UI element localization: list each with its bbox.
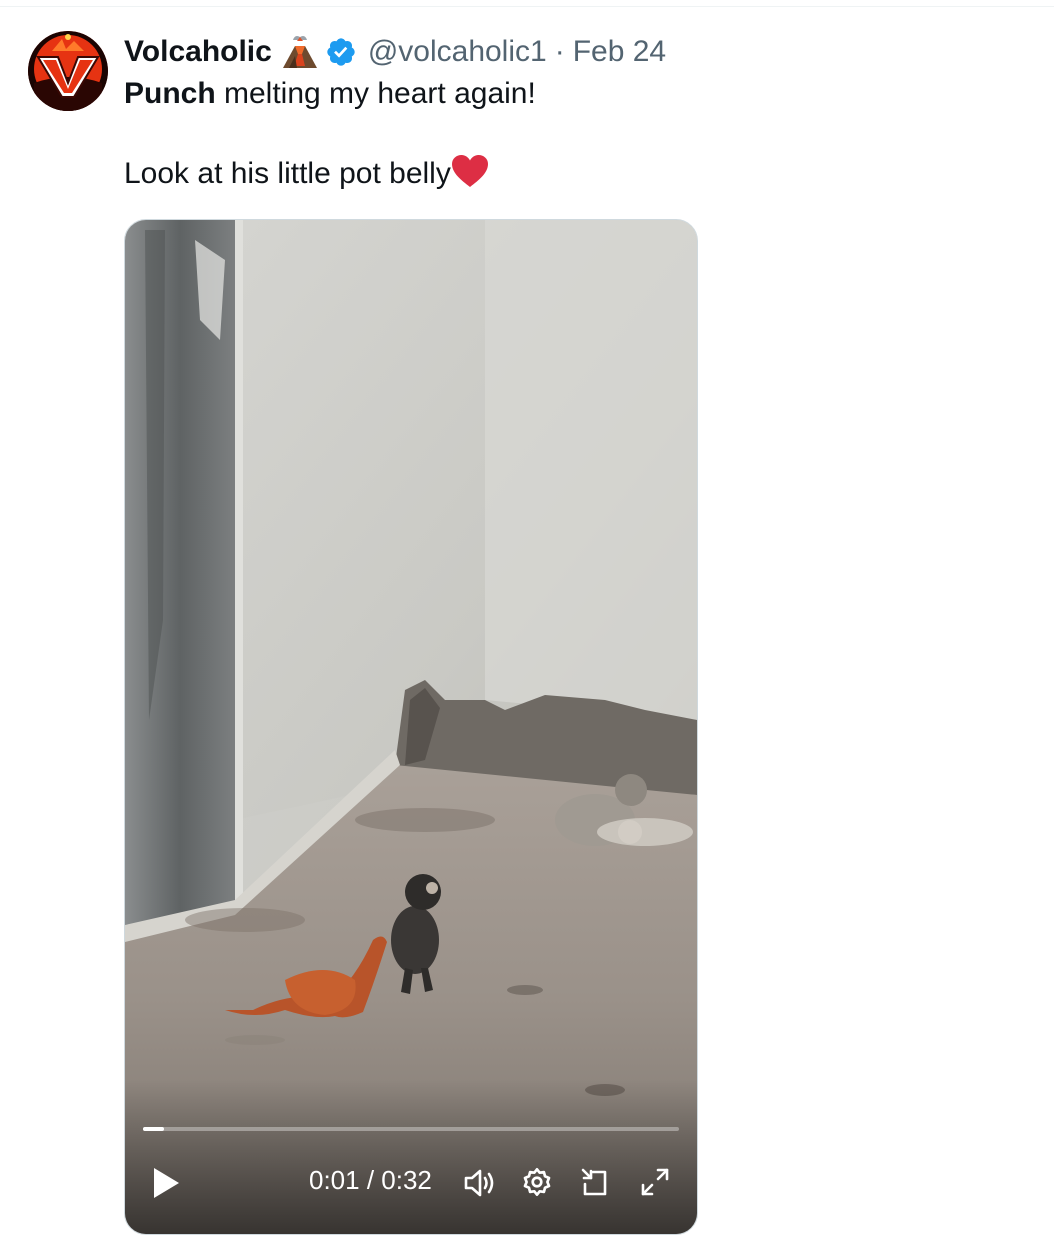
volume-icon[interactable]	[463, 1166, 499, 1205]
tweet-text-line-2-text: Look at his little pot belly	[124, 157, 451, 190]
tweet-timestamp[interactable]: Feb 24	[573, 35, 666, 69]
video-controls: 0:01 / 0:32	[125, 1150, 697, 1230]
play-icon[interactable]	[151, 1166, 181, 1205]
video-player[interactable]: 0:01 / 0:32	[124, 219, 698, 1235]
heart-icon	[451, 154, 489, 188]
header-separator: ·	[554, 35, 565, 68]
tweet-card[interactable]: Volcaholic @volcaholic1 · Feb 24 Punch m…	[0, 0, 1054, 1240]
video-current-time: 0:01	[309, 1165, 360, 1195]
author-handle[interactable]: @volcaholic1	[368, 35, 547, 69]
video-time-separator: /	[359, 1165, 382, 1195]
dock-icon[interactable]	[579, 1166, 611, 1203]
tweet-bold-word: Punch	[124, 77, 216, 110]
tweet-text-line-1-rest: melting my heart again!	[215, 77, 536, 110]
video-progress-fill	[143, 1127, 165, 1131]
video-progress-bar[interactable]	[143, 1127, 679, 1131]
video-time-display: 0:01 / 0:32	[309, 1165, 432, 1196]
settings-icon[interactable]	[521, 1166, 553, 1203]
volcaholic-logo	[28, 31, 108, 111]
author-display-name[interactable]: Volcaholic	[124, 35, 272, 69]
volcano-icon	[281, 34, 319, 70]
tweet-text-line-1: Punch melting my heart again!	[124, 74, 536, 114]
video-duration: 0:32	[381, 1165, 432, 1195]
tweet-header: Volcaholic @volcaholic1 · Feb 24	[124, 30, 666, 74]
verified-badge-icon[interactable]	[325, 36, 357, 68]
fullscreen-icon[interactable]	[639, 1166, 671, 1203]
author-avatar[interactable]	[28, 31, 108, 111]
video-frame	[125, 220, 697, 1234]
tweet-body: Punch melting my heart again! Look at hi…	[124, 74, 536, 194]
tweet-text-line-2: Look at his little pot belly	[124, 154, 536, 194]
